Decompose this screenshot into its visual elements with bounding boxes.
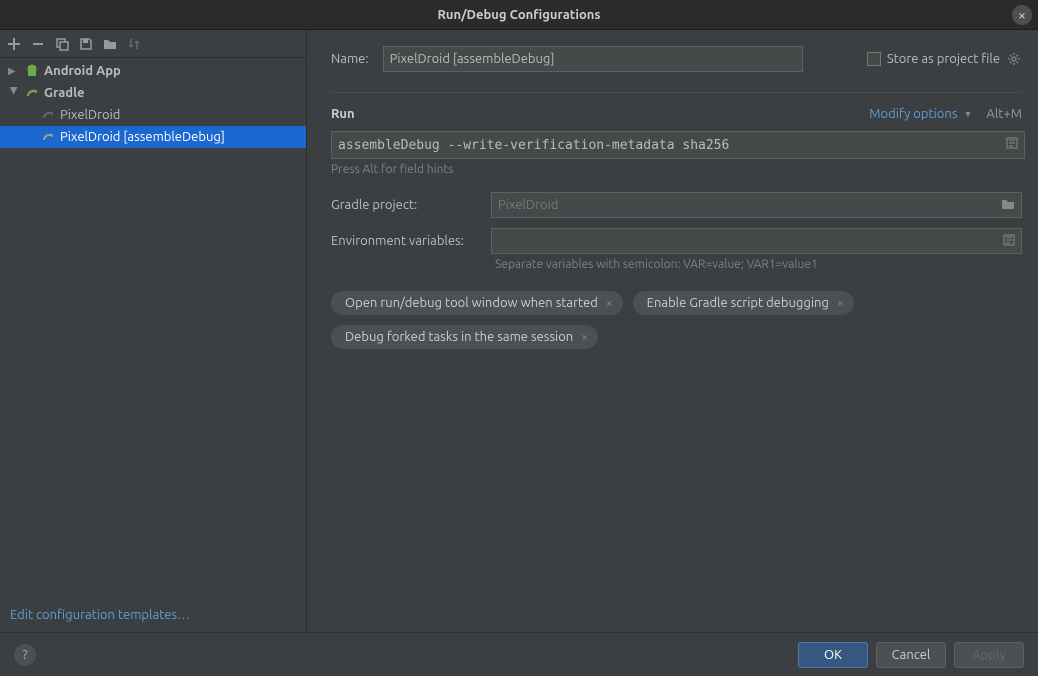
ok-button[interactable]: OK [798,642,868,668]
tag-enable-script-debugging[interactable]: Enable Gradle script debugging × [633,291,854,315]
command-text: assembleDebug --write-verification-metad… [338,138,729,153]
tree-label: PixelDroid [60,108,120,122]
cancel-button[interactable]: Cancel [876,642,946,668]
name-input[interactable] [383,46,803,72]
tree-label: Gradle [44,86,85,100]
field-hint: Press Alt for field hints [331,163,1022,176]
titlebar: Run/Debug Configurations × [0,0,1038,30]
env-vars-label: Environment variables: [331,234,491,248]
tree-label: PixelDroid [assembleDebug] [60,130,225,144]
modify-shortcut: Alt+M [986,107,1022,121]
tag-debug-forked-tasks[interactable]: Debug forked tasks in the same session × [331,325,598,349]
name-label: Name: [331,52,369,66]
copy-config-button[interactable] [52,34,72,54]
expand-field-icon[interactable] [1003,234,1015,249]
tag-remove-icon[interactable]: × [581,331,588,344]
plus-icon [7,37,21,51]
modify-options[interactable]: Modify options ▼ Alt+M [869,107,1022,121]
gradle-project-value: PixelDroid [498,198,558,212]
config-tree[interactable]: ▶ Android App ▶ Gradle PixelDroid [0,58,306,608]
tree-label: Android App [44,64,121,78]
copy-icon [55,37,69,51]
folder-icon [103,37,117,51]
expand-field-icon[interactable] [1006,137,1018,153]
name-row: Name: Store as project file [331,46,1022,72]
separator [331,92,1022,93]
minus-icon [31,37,45,51]
help-button[interactable]: ? [14,644,36,666]
chevron-down-icon: ▶ [8,87,20,99]
tree-node-gradle[interactable]: ▶ Gradle [0,82,306,104]
sidebar-footer: Edit configuration templates… [0,608,306,632]
tree-node-pixeldroid-assembledebug[interactable]: PixelDroid [assembleDebug] [0,126,306,148]
save-config-button[interactable] [76,34,96,54]
apply-button[interactable]: Apply [954,642,1024,668]
main-area: ▶ Android App ▶ Gradle PixelDroid [0,30,1038,632]
remove-config-button[interactable] [28,34,48,54]
tag-remove-icon[interactable]: × [837,297,844,310]
gradle-icon [40,129,56,145]
tree-node-android-app[interactable]: ▶ Android App [0,60,306,82]
gradle-icon [40,107,56,123]
sidebar-toolbar [0,30,306,58]
android-icon [24,63,40,79]
store-checkbox[interactable] [867,52,881,66]
store-label: Store as project file [887,52,1000,66]
save-icon [79,37,93,51]
close-button[interactable]: × [1012,5,1032,25]
modify-options-link[interactable]: Modify options [869,107,957,121]
env-vars-row: Environment variables: [331,228,1022,254]
help-icon: ? [22,648,27,662]
add-config-button[interactable] [4,34,24,54]
env-vars-helper: Separate variables with semicolon: VAR=v… [495,258,1022,271]
folder-config-button[interactable] [100,34,120,54]
sort-config-button[interactable] [124,34,144,54]
tag-label: Open run/debug tool window when started [345,296,598,310]
content-panel: Name: Store as project file Run Modify o… [307,30,1038,632]
gear-icon[interactable] [1006,51,1022,67]
browse-folder-icon[interactable] [1001,198,1015,213]
gradle-project-input[interactable]: PixelDroid [491,192,1022,218]
chevron-right-icon: ▶ [8,65,20,77]
tag-label: Debug forked tasks in the same session [345,330,573,344]
tag-remove-icon[interactable]: × [606,297,613,310]
option-tags: Open run/debug tool window when started … [331,291,1022,349]
gradle-project-label: Gradle project: [331,198,491,212]
gradle-icon [24,85,40,101]
gradle-project-row: Gradle project: PixelDroid [331,192,1022,218]
edit-templates-link[interactable]: Edit configuration templates… [10,608,190,622]
env-vars-input[interactable] [491,228,1022,254]
dialog-title: Run/Debug Configurations [437,8,600,22]
sidebar: ▶ Android App ▶ Gradle PixelDroid [0,30,307,632]
close-icon: × [1018,7,1026,23]
tag-label: Enable Gradle script debugging [647,296,829,310]
tasks-arguments-input[interactable]: assembleDebug --write-verification-metad… [331,131,1025,159]
store-as-project-file[interactable]: Store as project file [867,51,1022,67]
tree-node-pixeldroid[interactable]: PixelDroid [0,104,306,126]
sort-icon [127,37,141,51]
run-title: Run [331,107,355,121]
tag-open-tool-window[interactable]: Open run/debug tool window when started … [331,291,623,315]
run-section-header: Run Modify options ▼ Alt+M [331,107,1022,121]
dialog-footer: ? OK Cancel Apply [0,632,1038,676]
chevron-down-icon: ▼ [963,109,972,119]
